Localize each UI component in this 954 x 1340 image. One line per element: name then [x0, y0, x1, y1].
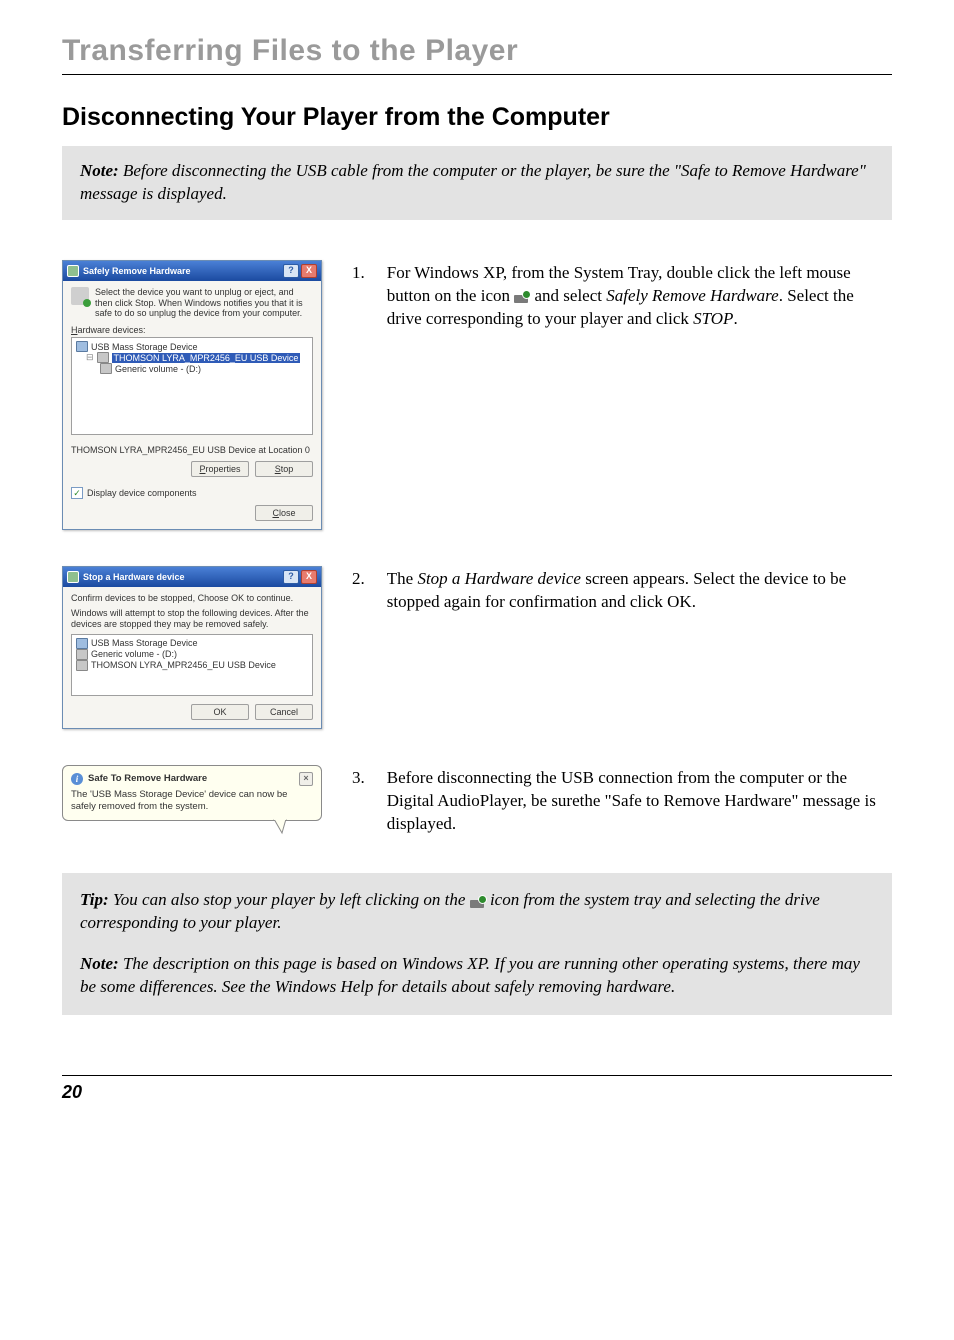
bottom-info-box: Tip: You can also stop your player by le…: [62, 873, 892, 1015]
volume-icon: [76, 649, 88, 660]
balloon-tail-icon: [272, 819, 292, 835]
bottom-note-text: The description on this page is based on…: [80, 954, 860, 996]
safe-to-remove-balloon: i Safe To Remove Hardware × The 'USB Mas…: [62, 765, 322, 822]
page-number: 20: [62, 1082, 892, 1103]
close-button[interactable]: X: [301, 570, 317, 584]
safely-remove-hardware-dialog: Safely Remove Hardware ? X Select the de…: [62, 260, 322, 530]
stop-button[interactable]: Stop: [255, 461, 313, 477]
dialog1-status: THOMSON LYRA_MPR2456_EU USB Device at Lo…: [71, 445, 313, 455]
display-components-label: Display device components: [87, 488, 197, 498]
list-item[interactable]: Generic volume - (D:): [91, 649, 177, 659]
step-1-row: Safely Remove Hardware ? X Select the de…: [62, 260, 892, 530]
tree-root[interactable]: USB Mass Storage Device: [91, 342, 198, 352]
volume-icon: [100, 363, 112, 374]
footer-rule: [62, 1075, 892, 1076]
step-3-text: Before disconnecting the USB connection …: [387, 767, 892, 836]
properties-button[interactable]: Properties: [191, 461, 249, 477]
step-2-figure: Stop a Hardware device ? X Confirm devic…: [62, 566, 322, 728]
step-3-figure: i Safe To Remove Hardware × The 'USB Mas…: [62, 765, 322, 838]
help-button[interactable]: ?: [283, 264, 299, 278]
dialog2-titlebar: Stop a Hardware device ? X: [63, 567, 321, 587]
note-text: Before disconnecting the USB cable from …: [80, 161, 866, 203]
tip-pre: You can also stop your player by left cl…: [109, 890, 470, 909]
ok-button[interactable]: OK: [191, 704, 249, 720]
drive-icon: [76, 660, 88, 671]
tree-child[interactable]: Generic volume - (D:): [115, 364, 201, 374]
step-1-figure: Safely Remove Hardware ? X Select the de…: [62, 260, 322, 530]
chapter-title: Transferring Files to the Player: [62, 34, 892, 68]
system-tray-icon: [470, 895, 486, 909]
chapter-rule: [62, 74, 892, 75]
tip-label: Tip:: [80, 890, 109, 909]
stop-hardware-device-dialog: Stop a Hardware device ? X Confirm devic…: [62, 566, 322, 728]
hardware-devices-label: Hardware devices:: [71, 325, 313, 335]
step-3-row: i Safe To Remove Hardware × The 'USB Mas…: [62, 765, 892, 838]
info-icon: i: [71, 773, 83, 785]
display-components-checkbox[interactable]: ✓: [71, 487, 83, 499]
step-2-row: Stop a Hardware device ? X Confirm devic…: [62, 566, 892, 728]
step-1-number: 1.: [352, 262, 365, 331]
step-2-text: The Stop a Hardware device screen appear…: [387, 568, 892, 614]
system-tray-icon: [514, 290, 530, 304]
close-button[interactable]: X: [301, 264, 317, 278]
usb-icon: [67, 571, 79, 583]
section-title: Disconnecting Your Player from the Compu…: [62, 103, 892, 132]
close-dialog-button[interactable]: Close: [255, 505, 313, 521]
dialog1-titlebar: Safely Remove Hardware ? X: [63, 261, 321, 281]
dialog2-line1: Confirm devices to be stopped, Choose OK…: [71, 593, 313, 604]
step-2-number: 2.: [352, 568, 365, 614]
bottom-note-label: Note:: [80, 954, 119, 973]
hardware-devices-tree[interactable]: USB Mass Storage Device ⊟THOMSON LYRA_MP…: [71, 337, 313, 435]
dialog1-intro: Select the device you want to unplug or …: [95, 287, 313, 319]
balloon-title: Safe To Remove Hardware: [88, 773, 207, 784]
help-button[interactable]: ?: [283, 570, 299, 584]
list-item[interactable]: THOMSON LYRA_MPR2456_EU USB Device: [91, 660, 276, 670]
balloon-body: The 'USB Mass Storage Device' device can…: [71, 789, 313, 813]
balloon-close-button[interactable]: ×: [299, 772, 313, 786]
dialog2-device-list[interactable]: USB Mass Storage Device Generic volume -…: [71, 634, 313, 696]
usb-device-icon: [76, 341, 88, 352]
step-3-number: 3.: [352, 767, 365, 836]
device-icon: [71, 287, 89, 305]
usb-icon: [67, 265, 79, 277]
list-item[interactable]: USB Mass Storage Device: [91, 638, 198, 648]
usb-device-icon: [76, 638, 88, 649]
dialog2-title: Stop a Hardware device: [83, 572, 185, 582]
cancel-button[interactable]: Cancel: [255, 704, 313, 720]
top-note-box: Note: Before disconnecting the USB cable…: [62, 146, 892, 220]
note-label: Note:: [80, 161, 119, 180]
drive-icon: [97, 352, 109, 363]
dialog2-line2: Windows will attempt to stop the followi…: [71, 608, 313, 630]
step-1-text: For Windows XP, from the System Tray, do…: [387, 262, 892, 331]
tree-selected-item[interactable]: THOMSON LYRA_MPR2456_EU USB Device: [112, 353, 301, 363]
dialog1-title: Safely Remove Hardware: [83, 266, 191, 276]
